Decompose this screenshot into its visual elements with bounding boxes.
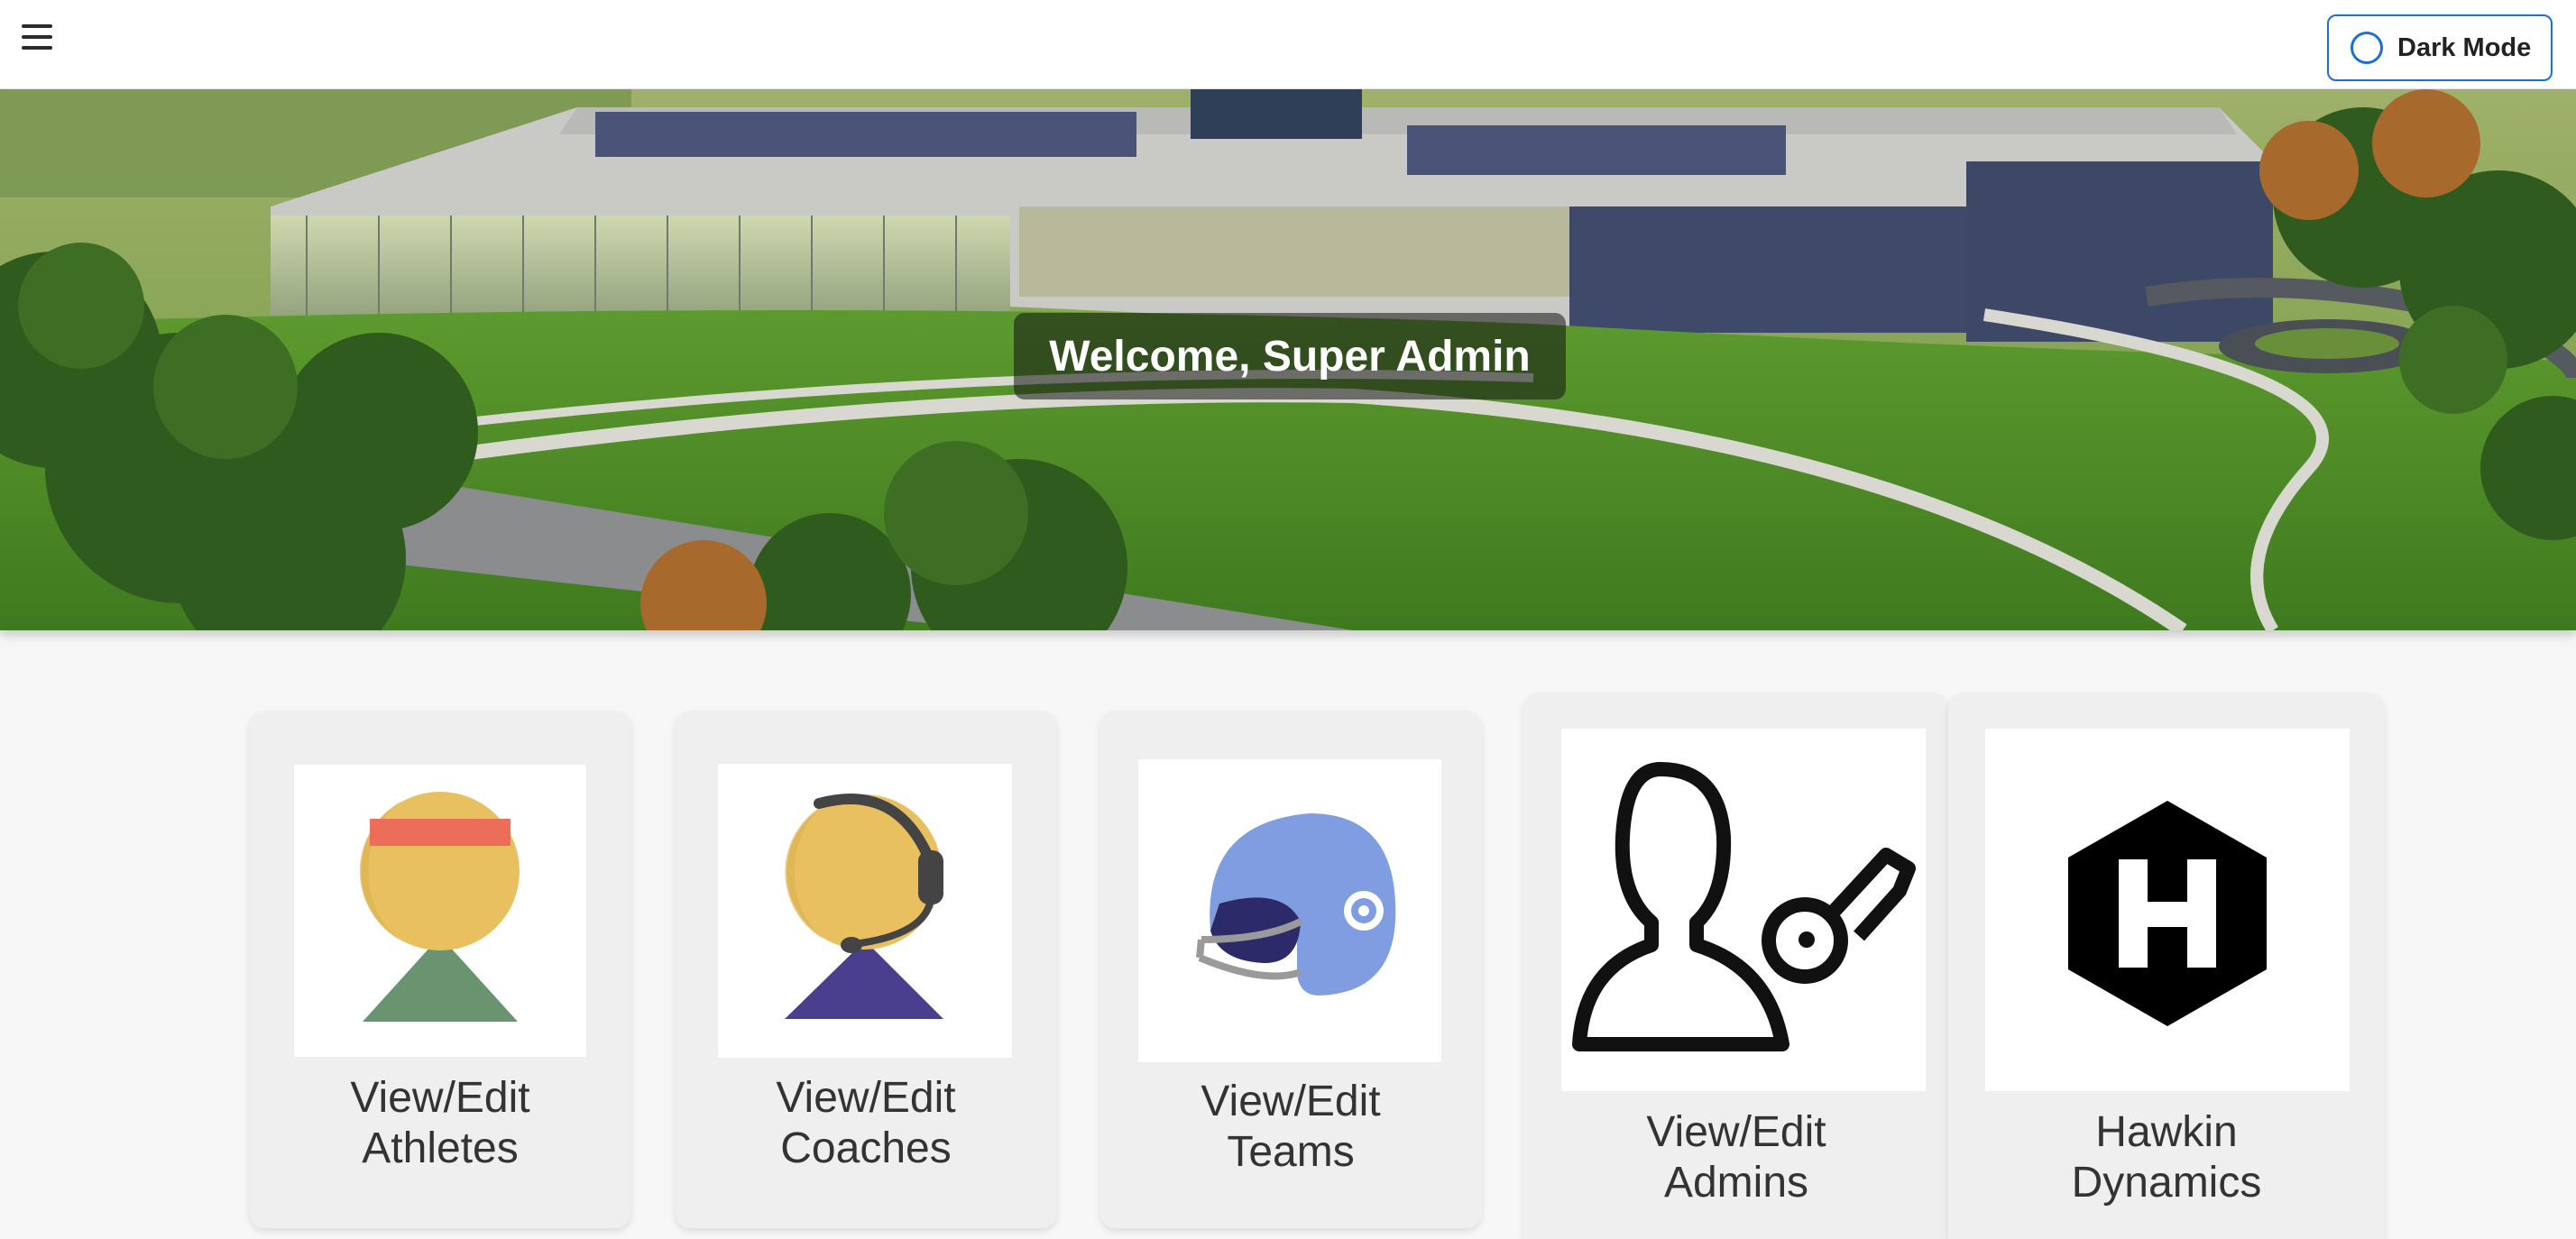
hawkin-dynamics-card[interactable]: Hawkin Dynamics — [1948, 693, 2385, 1239]
football-helmet-icon — [1138, 759, 1441, 1062]
hamburger-menu-icon[interactable] — [22, 24, 52, 51]
view-edit-admins-card[interactable]: View/Edit Admins — [1523, 693, 1949, 1239]
hero-banner: Welcome, Super Admin — [0, 89, 2576, 630]
card-caption: View/Edit Athletes — [249, 1073, 631, 1174]
card-caption: View/Edit Coaches — [675, 1073, 1057, 1174]
view-edit-athletes-card[interactable]: View/Edit Athletes — [249, 711, 631, 1228]
athlete-icon — [294, 765, 586, 1057]
coach-icon — [718, 764, 1012, 1058]
card-caption-line2: Dynamics — [2071, 1159, 2262, 1207]
admin-key-icon — [1561, 729, 1926, 1091]
card-caption-line1: View/Edit — [1201, 1078, 1381, 1125]
card-caption-line2: Athletes — [362, 1124, 519, 1172]
hawkin-dynamics-logo-icon — [1985, 729, 2350, 1091]
dark-mode-label: Dark Mode — [2397, 32, 2532, 62]
card-caption-line2: Coaches — [780, 1124, 952, 1172]
welcome-banner-text: Welcome, Super Admin — [1014, 313, 1566, 399]
radio-circle-icon — [2351, 32, 2383, 64]
card-caption: View/Edit Admins — [1523, 1107, 1949, 1208]
view-edit-teams-card[interactable]: View/Edit Teams — [1099, 711, 1482, 1228]
card-caption-line1: View/Edit — [350, 1074, 530, 1122]
card-caption-line1: View/Edit — [776, 1074, 956, 1122]
card-caption-line2: Admins — [1663, 1159, 1809, 1207]
dark-mode-toggle[interactable]: Dark Mode — [2327, 14, 2553, 81]
card-caption-line1: View/Edit — [1646, 1108, 1826, 1156]
card-caption-line1: Hawkin — [2095, 1108, 2238, 1156]
card-caption: Hawkin Dynamics — [1948, 1107, 2385, 1208]
view-edit-coaches-card[interactable]: View/Edit Coaches — [675, 711, 1057, 1228]
card-caption-line2: Teams — [1227, 1128, 1355, 1176]
card-caption: View/Edit Teams — [1099, 1077, 1482, 1178]
top-navigation-bar: Dark Mode — [0, 0, 2576, 89]
